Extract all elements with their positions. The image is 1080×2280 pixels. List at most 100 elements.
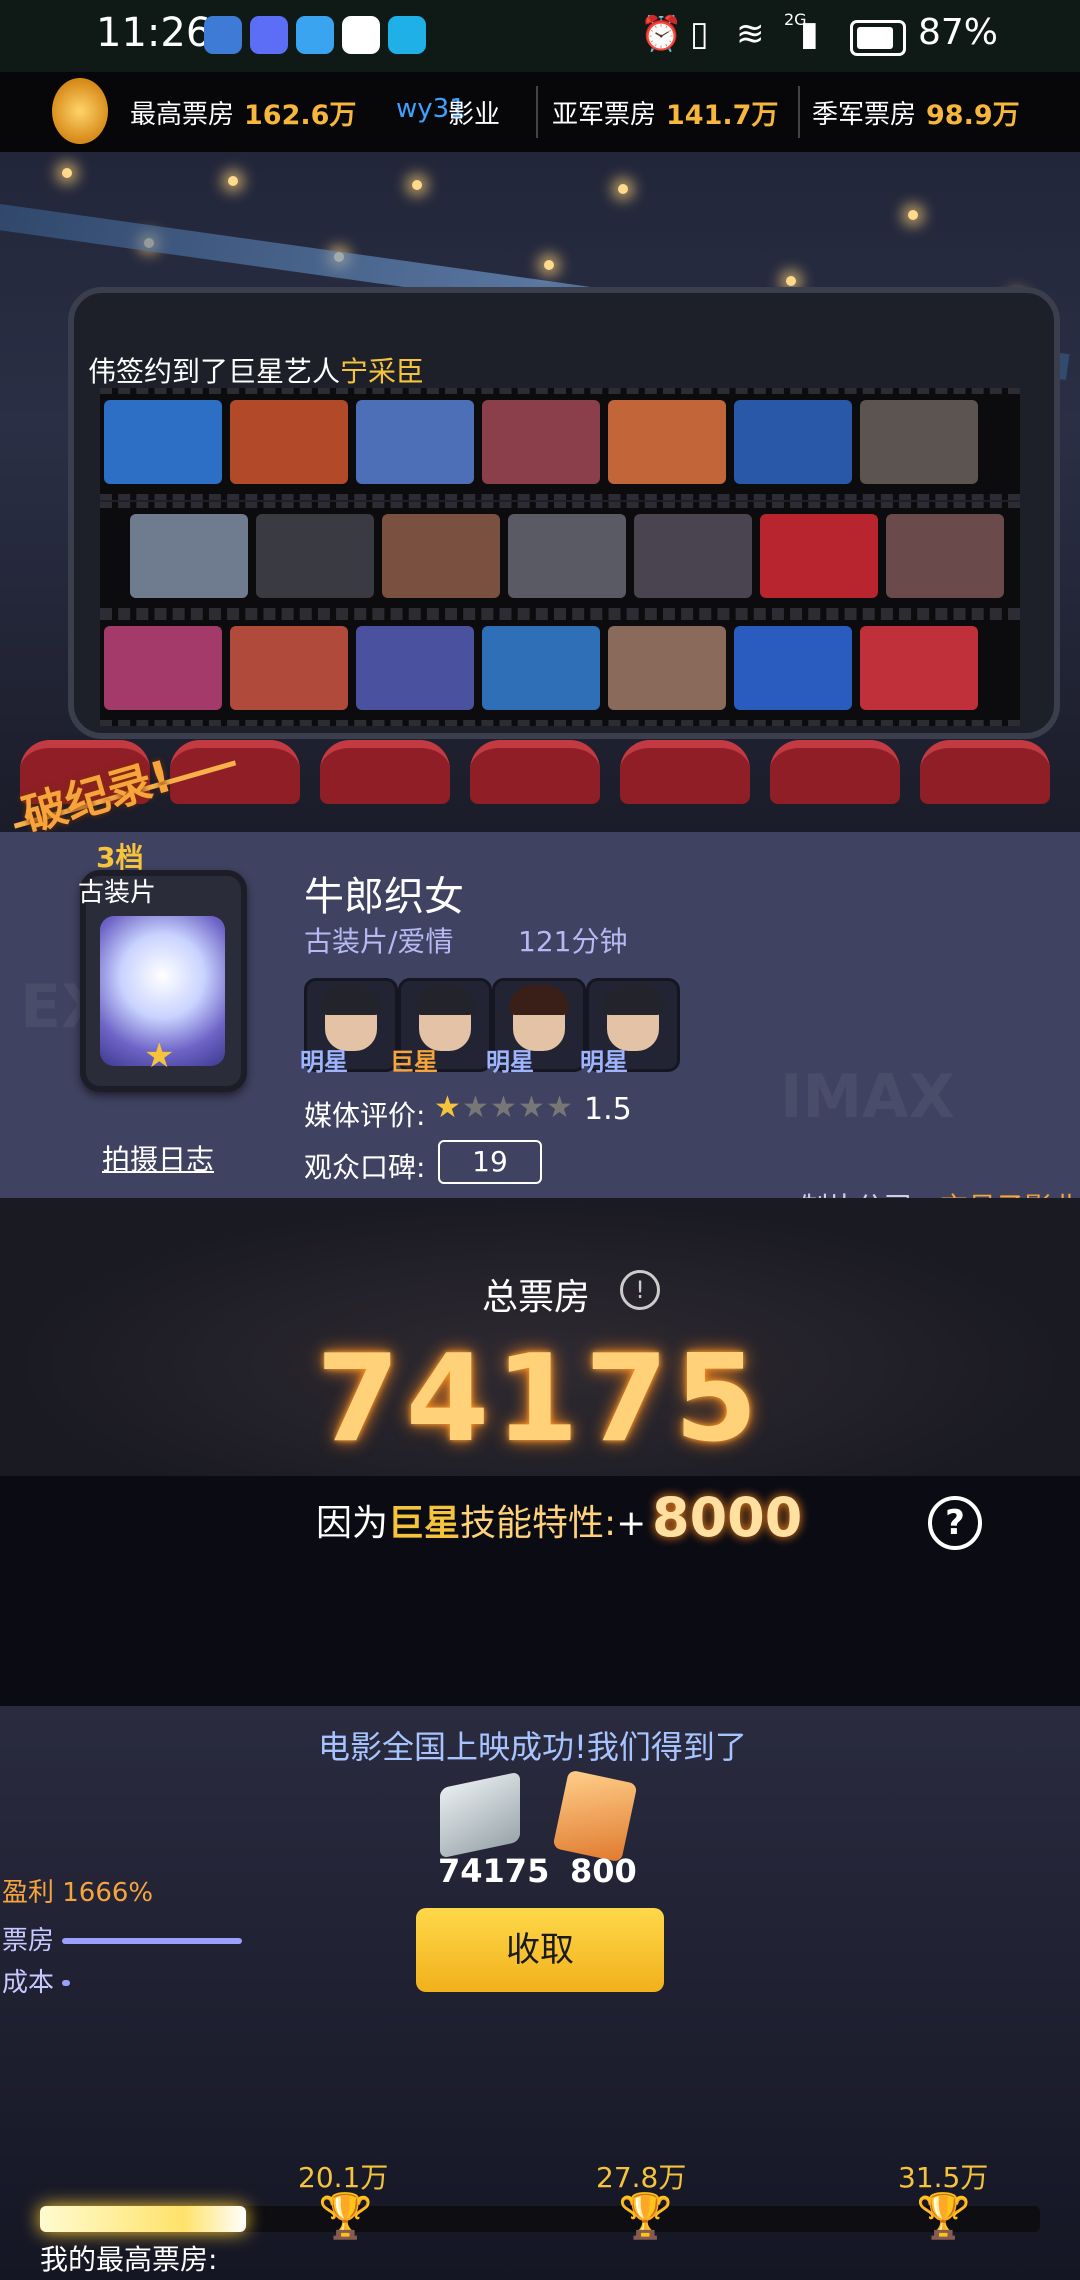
second-box-label: 亚军票房 — [552, 100, 657, 130]
seat — [770, 740, 900, 804]
wechat-app-icon — [342, 16, 380, 54]
seat — [170, 740, 300, 804]
media-rating-label: 媒体评价: — [304, 1099, 426, 1132]
vibrate-icon: ▯ — [690, 14, 709, 54]
info-icon[interactable]: ! — [620, 1270, 660, 1310]
cost-bar — [62, 1980, 70, 1986]
rating-star-icon: ★ — [434, 1090, 461, 1125]
music-app-icon — [250, 16, 288, 54]
film-frame — [734, 400, 852, 484]
trophy-icon: 🏆 — [618, 2191, 673, 2242]
film-frame — [734, 626, 852, 710]
bonus-plus: + — [616, 1503, 647, 1544]
help-icon[interactable]: ? — [928, 1496, 982, 1550]
film-frame — [482, 400, 600, 484]
star-icon: ★ — [144, 1036, 175, 1076]
signal-icon: ▮ — [800, 14, 819, 54]
ticker-star-name: 宁采臣 — [340, 355, 425, 388]
gold-medal-icon — [52, 78, 108, 144]
ceiling-light — [412, 180, 422, 190]
result-message: 电影全国上映成功!我们得到了 — [318, 1728, 747, 1766]
ceiling-light — [544, 260, 554, 270]
seat — [920, 740, 1050, 804]
film-frame — [104, 400, 222, 484]
film-frame — [382, 514, 500, 598]
film-frame — [356, 626, 474, 710]
film-frame — [130, 514, 248, 598]
actor-tag: 明星 — [486, 1048, 534, 1076]
progress-fill — [40, 2206, 246, 2232]
film-frame — [256, 514, 374, 598]
actor-tag: 明星 — [300, 1048, 348, 1076]
third-box-label: 季军票房 — [812, 100, 917, 130]
bonus-skill: 技能特性: — [460, 1503, 617, 1544]
bonus-highlight: 巨星 — [388, 1503, 461, 1544]
film-frame — [608, 626, 726, 710]
ceiling-light — [618, 184, 628, 194]
trophy-icon: 🏆 — [916, 2191, 971, 2242]
theater-scene — [0, 152, 1080, 832]
cost-bar-label: 成本 — [2, 1968, 55, 1998]
my-best-label: 我的最高票房: — [40, 2243, 218, 2276]
wifi-icon: ≋ — [736, 14, 765, 54]
movie-genre: 古装片/爱情 — [304, 925, 454, 958]
film-strip — [100, 388, 1020, 500]
avatar-hair — [509, 985, 569, 1015]
box-office-bar-label: 票房 — [2, 1926, 55, 1956]
film-frame — [230, 400, 348, 484]
avatar-hair — [321, 985, 381, 1015]
shooting-log-link[interactable]: 拍摄日志 — [102, 1138, 214, 1178]
film-frame — [608, 400, 726, 484]
ceiling-light — [62, 168, 72, 178]
leader-studio-suffix: 影业 — [448, 100, 501, 130]
seat — [470, 740, 600, 804]
bonus-reason: 因为巨星技能特性:+ — [316, 1494, 646, 1546]
seat — [320, 740, 450, 804]
divider — [798, 86, 800, 138]
genre-badge: 古装片 — [78, 878, 157, 908]
film-frame — [508, 514, 626, 598]
highest-box-value: 162.6万 — [244, 100, 357, 131]
movie-duration: 121分钟 — [518, 925, 628, 958]
avatar-hair — [603, 985, 663, 1015]
collect-button[interactable]: 收取 — [416, 1908, 664, 1992]
actor-tag: 明星 — [580, 1048, 628, 1076]
film-frame — [356, 400, 474, 484]
bg-imax-text: IMAX — [780, 1062, 955, 1132]
ranking-bar: 最高票房 162.6万 wy31 影业 亚军票房 141.7万 季军票房 98.… — [0, 72, 1080, 152]
highest-box-label: 最高票房 — [130, 100, 235, 130]
rating-star-icon: ★ — [490, 1090, 517, 1125]
avatar-hair — [415, 985, 475, 1015]
ceiling-light — [908, 210, 918, 220]
media-rating-score: 1.5 — [584, 1092, 632, 1127]
third-box-value: 98.9万 — [926, 100, 1020, 131]
film-strip — [100, 502, 1020, 614]
film-strip — [100, 614, 1020, 726]
trophy-icon: 🏆 — [318, 2191, 373, 2242]
film-frame — [482, 626, 600, 710]
battery-percent: 87% — [918, 12, 999, 53]
total-box-value: 74175 — [316, 1330, 764, 1469]
bonus-value: 8000 — [652, 1486, 803, 1549]
second-box-value: 141.7万 — [666, 100, 779, 131]
browser-app-icon — [296, 16, 334, 54]
audience-rating-value: 19 — [438, 1140, 542, 1184]
rating-star-icon: ★ — [546, 1090, 573, 1125]
cash-reward-value: 74175 — [438, 1852, 550, 1890]
audience-rating-label: 观众口碑: — [304, 1151, 426, 1184]
status-bar: 11:26 ⏰ ▯ ≋ 2G ▮ 87% — [0, 0, 1080, 72]
actor-tag: 巨星 — [390, 1048, 438, 1076]
seat — [620, 740, 750, 804]
film-frame — [104, 626, 222, 710]
card-reward-value: 800 — [570, 1852, 637, 1890]
battery-icon — [850, 20, 906, 56]
film-frame — [860, 626, 978, 710]
profit-text: 盈利 1666% — [2, 1878, 154, 1908]
tier-badge: 3档 — [96, 841, 144, 874]
rating-star-icon: ★ — [518, 1090, 545, 1125]
bonus-prefix: 因为 — [316, 1503, 389, 1544]
search-app-icon — [388, 16, 426, 54]
film-frame — [886, 514, 1004, 598]
film-frame — [634, 514, 752, 598]
film-frame — [760, 514, 878, 598]
